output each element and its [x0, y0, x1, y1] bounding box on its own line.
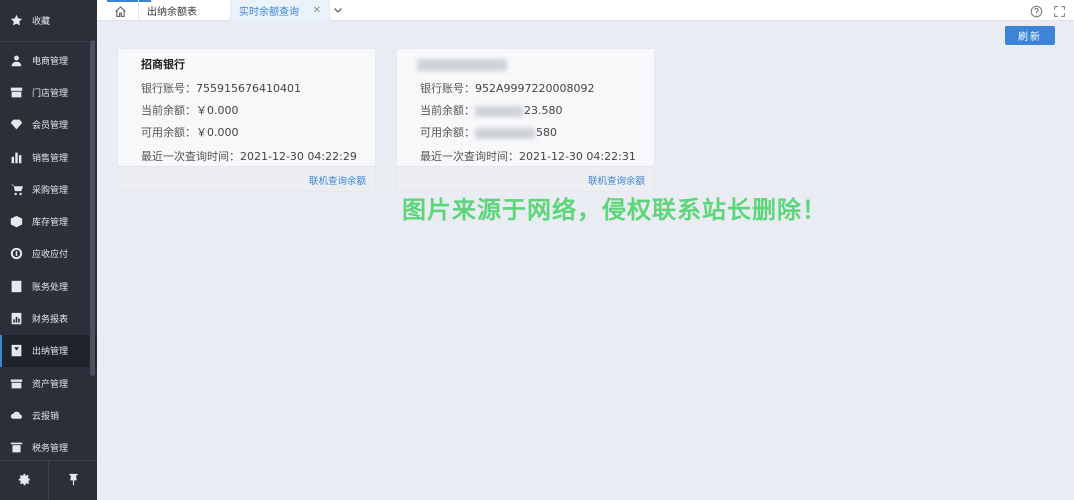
fullscreen-button[interactable]: [1051, 3, 1067, 19]
last-query-row: 最近一次查询时间：2021-12-30 04:22:29: [141, 148, 357, 164]
redacted-amount: [475, 105, 523, 117]
available-balance-value: 580: [536, 126, 557, 139]
close-icon[interactable]: ✕: [313, 5, 321, 16]
sidebar-item-cashier[interactable]: 出纳管理: [0, 334, 97, 367]
sidebar-item-label: 应收应付: [32, 250, 69, 261]
redacted-bank-name: [417, 59, 507, 71]
fullscreen-icon: [1053, 5, 1066, 18]
online-query-link[interactable]: 联机查询余额: [588, 173, 645, 187]
coin-icon: [10, 247, 23, 260]
help-icon: [1030, 5, 1043, 18]
cashier-icon: [10, 344, 23, 357]
sidebar-item-tax[interactable]: 税务管理: [0, 432, 97, 464]
sidebar-item-label: 账务处理: [32, 282, 69, 293]
help-button[interactable]: [1028, 3, 1044, 19]
home-icon: [114, 5, 127, 18]
sidebar-bottom-bar: [0, 460, 97, 500]
sidebar-item-sales[interactable]: 销售管理: [0, 141, 97, 173]
star-icon: [10, 14, 23, 27]
sidebar-item-accounting[interactable]: 账务处理: [0, 270, 97, 302]
cart-icon: [10, 183, 23, 196]
sidebar-item-label: 财务报表: [32, 315, 69, 326]
ledger-icon: [10, 280, 23, 293]
redacted-amount: [475, 127, 535, 139]
account-label: 银行账号：: [141, 82, 196, 95]
available-balance-value: ￥0.000: [196, 126, 239, 139]
sidebar-item-label: 库存管理: [32, 218, 69, 229]
diamond-icon: [10, 118, 23, 131]
available-balance-label: 可用余额：: [141, 126, 196, 139]
sidebar-item-label: 采购管理: [32, 185, 69, 196]
sidebar-item-ecommerce[interactable]: 电商管理: [0, 44, 97, 76]
chevron-down-icon: [333, 5, 343, 15]
pin-icon: [67, 471, 80, 490]
tab-cashier-balance[interactable]: 出纳余额表: [138, 0, 230, 21]
home-tab[interactable]: [105, 3, 135, 19]
tax-icon: [10, 441, 23, 454]
sidebar-item-label: 电商管理: [32, 56, 69, 67]
sidebar-item-assets[interactable]: 资产管理: [0, 367, 97, 399]
last-query-label: 最近一次查询时间：: [420, 150, 519, 163]
last-query-value: 2021-12-30 04:22:31: [519, 150, 636, 163]
tab-label: 出纳余额表: [147, 7, 197, 18]
available-balance-row: 可用余额： 580: [420, 124, 557, 140]
last-query-label: 最近一次查询时间：: [141, 150, 240, 163]
sidebar-item-label: 资产管理: [32, 379, 69, 390]
bank-name: 招商银行: [141, 58, 185, 71]
cloud-reimburse-icon: [10, 409, 23, 422]
tab-bar: 出纳余额表 实时余额查询 ✕: [97, 0, 1074, 21]
store-icon: [10, 86, 23, 99]
current-balance-label: 当前余额：: [420, 104, 475, 117]
sidebar-item-label: 税务管理: [32, 444, 69, 455]
current-balance-row: 当前余额：￥0.000: [141, 102, 239, 118]
online-query-link[interactable]: 联机查询余额: [309, 173, 366, 187]
bar-chart-icon: [10, 151, 23, 164]
refresh-button[interactable]: 刷新: [1005, 26, 1055, 45]
account-value: 952A9997220008092: [475, 82, 595, 95]
current-balance-row: 当前余额： 23.580: [420, 102, 563, 118]
last-query-row: 最近一次查询时间：2021-12-30 04:22:31: [420, 148, 636, 164]
sidebar-item-label: 云报销: [32, 411, 60, 422]
account-row: 银行账号：952A9997220008092: [420, 80, 595, 96]
sidebar-item-label: 会员管理: [32, 121, 69, 132]
watermark-text: 图片来源于网络，侵权联系站长删除！: [402, 196, 827, 224]
box-icon: [10, 215, 23, 228]
account-value: 755915676410401: [196, 82, 301, 95]
last-query-value: 2021-12-30 04:22:29: [240, 150, 357, 163]
sidebar-item-label: 出纳管理: [32, 347, 69, 358]
sidebar-item-label: 销售管理: [32, 153, 69, 164]
sidebar-item-store[interactable]: 门店管理: [0, 76, 97, 108]
sidebar-scrollbar[interactable]: [90, 40, 95, 376]
account-label: 银行账号：: [420, 82, 475, 95]
sidebar-item-label: 门店管理: [32, 88, 69, 99]
card-footer: 联机查询余额: [397, 166, 654, 191]
current-balance-value: 23.580: [524, 104, 563, 117]
sidebar-favorites-label: 收藏: [32, 17, 51, 27]
pin-button[interactable]: [49, 461, 97, 500]
card-footer: 联机查询余额: [118, 166, 375, 191]
sidebar-item-inventory[interactable]: 库存管理: [0, 205, 97, 237]
sidebar-item-receivable[interactable]: 应收应付: [0, 238, 97, 270]
sidebar: 收藏 电商管理 门店管理 会员管理 销售管理 采购管理 库存管理 应收应付 账务…: [0, 0, 97, 500]
current-balance-label: 当前余额：: [141, 104, 196, 117]
sidebar-item-purchase[interactable]: 采购管理: [0, 173, 97, 205]
available-balance-row: 可用余额：￥0.000: [141, 124, 239, 140]
settings-button[interactable]: [0, 461, 48, 500]
report-icon: [10, 312, 23, 325]
account-row: 银行账号：755915676410401: [141, 80, 301, 96]
sidebar-item-reports[interactable]: 财务报表: [0, 302, 97, 334]
tab-realtime-balance[interactable]: 实时余额查询 ✕: [230, 0, 330, 21]
asset-icon: [10, 377, 23, 390]
gear-icon: [18, 471, 31, 490]
bank-balance-card: 银行账号：952A9997220008092 当前余额： 23.580 可用余额：…: [397, 49, 654, 191]
tab-dropdown-button[interactable]: [331, 3, 345, 17]
current-balance-value: ￥0.000: [196, 104, 239, 117]
sidebar-item-reimburse[interactable]: 云报销: [0, 399, 97, 431]
sidebar-item-member[interactable]: 会员管理: [0, 109, 97, 141]
bank-balance-card: 招商银行 银行账号：755915676410401 当前余额：￥0.000 可用…: [118, 49, 375, 191]
user-icon: [10, 54, 23, 67]
sidebar-favorites[interactable]: 收藏: [0, 0, 97, 42]
tab-label: 实时余额查询: [239, 7, 299, 18]
available-balance-label: 可用余额：: [420, 126, 475, 139]
